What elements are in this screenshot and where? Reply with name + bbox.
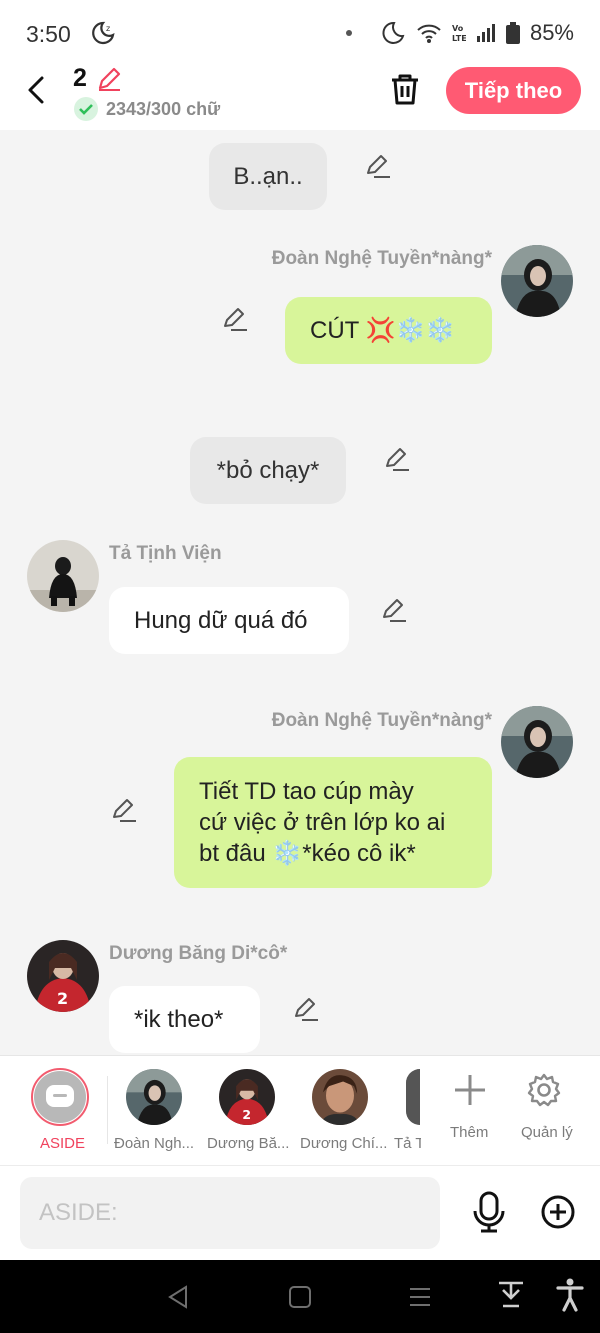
character-avatar[interactable] [312,1069,368,1125]
edit-message-icon[interactable] [380,597,408,625]
svg-text:z: z [106,24,110,33]
edit-message-icon[interactable] [383,446,411,474]
message-line: cứ việc ở trên lớp ko ai [199,809,446,836]
edit-message-icon[interactable] [110,797,138,825]
edit-message-icon[interactable] [221,306,249,334]
manage-label[interactable]: Quản lý [521,1124,573,1141]
message-bubble[interactable]: *ik theo* [109,986,260,1053]
divider [107,1076,108,1144]
character-avatar[interactable]: 2 [219,1069,275,1125]
battery-percent: 85% [529,20,574,45]
status-bar: 3:50 z Vo LTE 85% [0,0,600,64]
message-bubble[interactable]: Tiết TD tao cúp mày cứ việc ở trên lớp k… [174,757,492,888]
message-input[interactable] [20,1177,440,1249]
gear-icon[interactable] [526,1072,562,1108]
editor-header: 2 2343/300 chữ Tiếp theo [0,64,600,130]
aside-chat-icon [46,1085,74,1107]
aside-button[interactable] [31,1068,89,1126]
accessibility-icon[interactable] [556,1278,584,1312]
svg-text:LTE: LTE [452,34,466,43]
nav-back-icon[interactable] [166,1284,190,1310]
word-count: 2343/300 chữ [74,97,220,121]
back-button[interactable] [22,74,52,106]
notification-dot-icon [345,30,352,36]
sender-name: Đoàn Nghệ Tuyền*nàng* [271,710,492,731]
wifi-icon [417,24,441,43]
avatar[interactable] [27,540,99,612]
aside-label: ASIDE [40,1135,86,1152]
edit-message-icon[interactable] [292,996,320,1024]
character-bar: ASIDE Đoàn Ngh... 2 Dương Bă... Dương Ch… [0,1055,600,1165]
battery-icon [505,22,520,44]
add-label[interactable]: Thêm [450,1124,488,1141]
add-attachment-icon[interactable] [540,1194,576,1230]
bedtime-icon: z [92,21,115,45]
dnd-moon-icon [382,21,405,44]
chat-area: B..ạn.. Đoàn Nghệ Tuyền*nàng* CÚT 💢❄️❄️ … [0,130,600,1055]
character-avatar[interactable] [126,1069,182,1125]
signal-icon [476,24,495,42]
avatar[interactable] [501,706,573,778]
nav-hide-icon[interactable] [497,1280,525,1312]
status-time: 3:50 [26,21,71,47]
message-count: 2 [73,64,87,92]
message-bubble[interactable]: Hung dữ quá đó [109,587,349,654]
svg-text:2: 2 [57,989,68,1008]
character-label[interactable]: Dương Bă... [207,1135,289,1152]
nav-recents-icon[interactable] [408,1286,432,1308]
volte-icon: VoLTE [452,24,466,43]
narration-bubble[interactable]: B..ạn.. [209,143,327,210]
svg-text:2: 2 [242,1107,251,1122]
status-icons: Vo LTE 85% [345,20,574,46]
next-button[interactable]: Tiếp theo [446,67,581,114]
delete-button[interactable] [388,72,422,106]
nav-home-icon[interactable] [288,1285,312,1309]
sender-name: Đoàn Nghệ Tuyền*nàng* [271,248,492,269]
character-label[interactable]: Đoàn Ngh... [114,1135,194,1152]
message-line: Tiết TD tao cúp mày [199,778,414,805]
microphone-icon[interactable] [470,1191,508,1233]
word-count-text: 2343/300 chữ [106,98,221,119]
message-bubble[interactable]: CÚT 💢❄️❄️ [285,297,492,364]
sender-name: Dương Băng Di*cô* [109,943,288,964]
check-icon [74,97,98,121]
svg-text:Vo: Vo [452,24,464,33]
edit-pencil-icon[interactable] [96,66,122,92]
narration-bubble[interactable]: *bỏ chạy* [190,437,346,504]
avatar[interactable]: 2 [27,940,99,1012]
character-avatar[interactable] [406,1069,420,1125]
message-line: bt đâu ❄️*kéo cô ik* [199,840,416,867]
input-bar [0,1165,600,1260]
sender-name: Tả Tịnh Viện [109,543,222,564]
character-label[interactable]: Dương Chí... [300,1135,387,1152]
edit-message-icon[interactable] [364,153,392,181]
system-nav-bar [0,1260,600,1333]
avatar[interactable] [501,245,573,317]
character-label[interactable]: Tả T [394,1135,421,1152]
add-icon[interactable] [453,1073,487,1107]
